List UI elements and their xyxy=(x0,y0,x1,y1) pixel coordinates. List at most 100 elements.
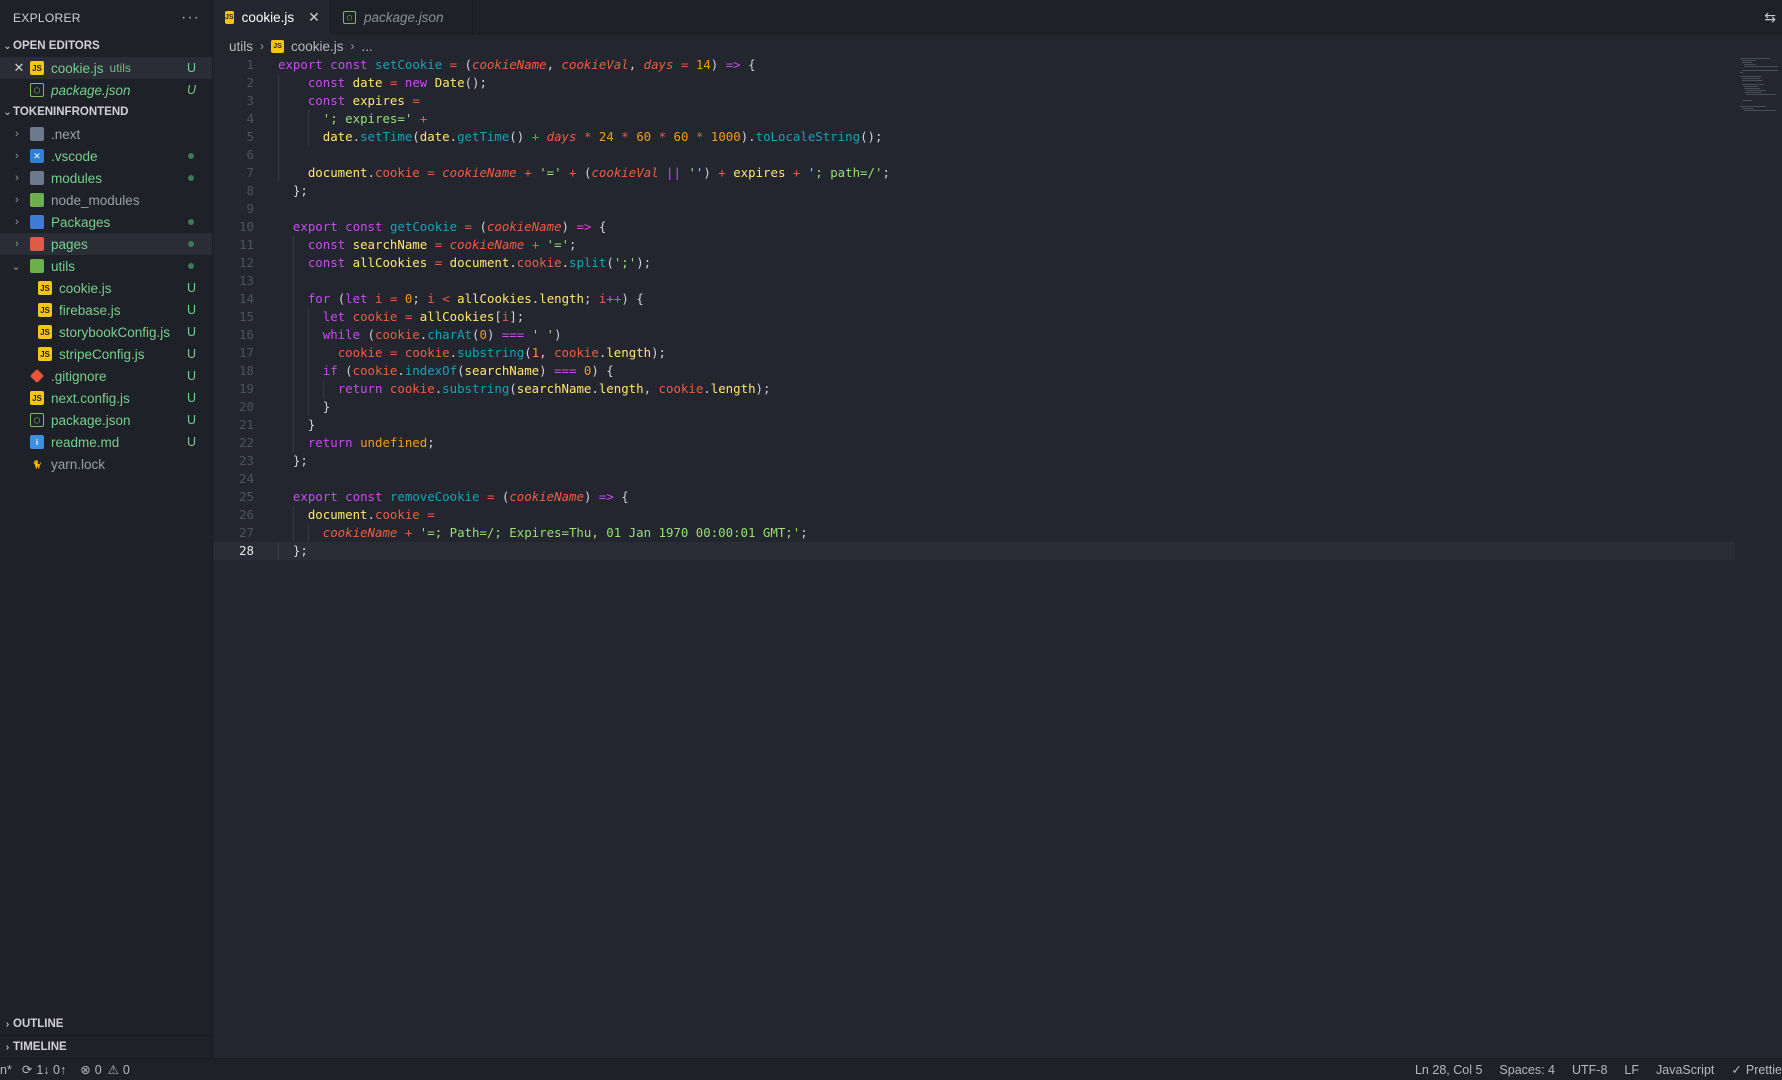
sync-status[interactable]: ⟳ 1↓ 0↑ xyxy=(21,1062,66,1078)
js-file-icon: JS xyxy=(225,11,234,24)
tree-file[interactable]: .gitignore U xyxy=(0,365,212,387)
tree-file[interactable]: JS stripeConfig.js U xyxy=(0,343,212,365)
breadcrumb-more[interactable]: ... xyxy=(362,39,373,54)
tree-file[interactable]: JS cookie.js U xyxy=(0,277,212,299)
modified-dot xyxy=(188,241,194,247)
tree-folder[interactable]: › Packages xyxy=(0,211,212,233)
file-name: yarn.lock xyxy=(51,456,106,472)
code-line: 1 export const setCookie = (cookieName, c… xyxy=(213,56,1735,74)
tab-label: package.json xyxy=(364,10,444,25)
file-name: package.json xyxy=(51,82,131,98)
code-line-current: 28 }; xyxy=(213,542,1735,560)
tab-cookie-js[interactable]: JS cookie.js ✕ xyxy=(213,0,331,35)
pages-folder-icon xyxy=(30,237,44,251)
packages-folder-icon xyxy=(30,215,44,229)
tree-file[interactable]: 🐈 yarn.lock xyxy=(0,453,212,475)
encoding[interactable]: UTF-8 xyxy=(1572,1062,1607,1077)
outline-section[interactable]: › OUTLINE xyxy=(0,1013,213,1035)
code-line: 20 } xyxy=(213,398,1735,416)
code-line: 2 const date = new Date(); xyxy=(213,74,1735,92)
chevron-down-icon: ⌄ xyxy=(3,40,12,52)
code-line: 7 document.cookie = cookieName + '=' + (… xyxy=(213,164,1735,182)
line-ending[interactable]: LF xyxy=(1624,1062,1639,1077)
formatter-status[interactable]: ✓ Prettie xyxy=(1731,1062,1782,1078)
sync-icon: ⟳ xyxy=(21,1063,33,1077)
line-number: 25 xyxy=(239,489,254,504)
chevron-right-icon: › xyxy=(15,128,19,140)
branch-indicator[interactable]: n* xyxy=(0,1063,12,1077)
open-editors-title: OPEN EDITORS xyxy=(13,40,100,52)
chevron-right-icon: › xyxy=(5,1018,10,1030)
file-name: cookie.js xyxy=(59,280,112,296)
timeline-section[interactable]: › TIMELINE xyxy=(0,1035,213,1058)
file-name: cookie.js xyxy=(51,60,104,76)
yarn-icon: 🐈 xyxy=(32,459,42,469)
code-line: 10 export const getCookie = (cookieName)… xyxy=(213,218,1735,236)
tab-package-json[interactable]: ⬡ package.json xyxy=(331,0,473,35)
tree-folder[interactable]: › .next xyxy=(0,123,212,145)
ellipsis-icon[interactable]: ··· xyxy=(181,9,200,27)
code-editor[interactable]: 1 export const setCookie = (cookieName, c… xyxy=(213,56,1735,1056)
modified-dot xyxy=(188,219,194,225)
breadcrumb: utils › JS cookie.js › ... xyxy=(213,35,373,57)
open-editor-item[interactable]: ⬡ package.json U xyxy=(0,79,212,101)
code-line: 18 if (cookie.indexOf(searchName) === 0)… xyxy=(213,362,1735,380)
folder-name: node_modules xyxy=(51,192,140,208)
js-file-icon: JS xyxy=(38,281,52,295)
code-line: 8 }; xyxy=(213,182,1735,200)
code-line: 27 cookieName + '=; Path=/; Expires=Thu,… xyxy=(213,524,1735,542)
file-name: firebase.js xyxy=(59,302,121,318)
folder-name: .next xyxy=(51,126,81,142)
explorer-sidebar: EXPLORER ··· ⌄ OPEN EDITORS ✕ JS cookie.… xyxy=(0,0,213,1058)
chevron-right-icon: › xyxy=(15,172,19,184)
tree-file[interactable]: i readme.md U xyxy=(0,431,212,453)
open-editor-item[interactable]: ✕ JS cookie.js utils U xyxy=(0,57,212,79)
tree-folder[interactable]: › pages xyxy=(0,233,212,255)
folder-name: modules xyxy=(51,170,103,186)
tree-file[interactable]: JS storybookConfig.js U xyxy=(0,321,212,343)
code-line: 26 document.cookie = xyxy=(213,506,1735,524)
tree-folder[interactable]: › node_modules xyxy=(0,189,212,211)
file-name: readme.md xyxy=(51,434,120,450)
breadcrumb-file[interactable]: cookie.js xyxy=(291,39,344,54)
minimap[interactable] xyxy=(1738,56,1782,116)
language-mode[interactable]: JavaScript xyxy=(1656,1062,1714,1077)
line-number: 4 xyxy=(246,111,254,126)
tree-folder[interactable]: › ✕ .vscode xyxy=(0,145,212,167)
project-header[interactable]: ⌄ TOKENINFRONTEND xyxy=(0,101,212,123)
git-status-badge: U xyxy=(186,391,196,405)
folder-name: pages xyxy=(51,236,88,252)
tree-file[interactable]: JS next.config.js U xyxy=(0,387,212,409)
chevron-right-icon: › xyxy=(15,194,19,206)
chevron-right-icon: › xyxy=(15,216,19,228)
breadcrumb-folder[interactable]: utils xyxy=(229,39,253,54)
chevron-right-icon: › xyxy=(350,39,355,53)
js-file-icon: JS xyxy=(38,303,52,317)
info-icon: i xyxy=(30,435,44,449)
file-name: .gitignore xyxy=(51,368,107,384)
tree-file[interactable]: ⬡ package.json U xyxy=(0,409,212,431)
indentation[interactable]: Spaces: 4 xyxy=(1499,1062,1555,1077)
line-number: 14 xyxy=(239,291,254,306)
git-status-badge: U xyxy=(186,369,196,383)
compare-icon[interactable]: ⇆ xyxy=(1764,9,1776,26)
chevron-right-icon: › xyxy=(15,150,19,162)
folder-name: utils xyxy=(51,258,76,274)
modified-dot xyxy=(188,175,194,181)
tab-bar: JS cookie.js ✕ ⬡ package.json ⇆ xyxy=(213,0,1782,35)
problems-status[interactable]: ⊗ 0 ⚠ 0 xyxy=(80,1062,130,1078)
code-line: 3 const expires = xyxy=(213,92,1735,110)
close-icon[interactable]: ✕ xyxy=(13,60,25,76)
line-number: 15 xyxy=(239,309,254,324)
folder-name: .vscode xyxy=(51,148,98,164)
cursor-position[interactable]: Ln 28, Col 5 xyxy=(1415,1062,1482,1077)
tree-folder[interactable]: › modules xyxy=(0,167,212,189)
open-editors-header[interactable]: ⌄ OPEN EDITORS xyxy=(0,35,212,57)
modified-dot xyxy=(188,153,194,159)
tree-folder-open[interactable]: ⌄ utils xyxy=(0,255,212,277)
close-icon[interactable]: ✕ xyxy=(308,9,320,26)
tree-file[interactable]: JS firebase.js U xyxy=(0,299,212,321)
git-status-badge: U xyxy=(186,303,196,317)
timeline-title: TIMELINE xyxy=(13,1041,67,1053)
code-line: 14 for (let i = 0; i < allCookies.length… xyxy=(213,290,1735,308)
